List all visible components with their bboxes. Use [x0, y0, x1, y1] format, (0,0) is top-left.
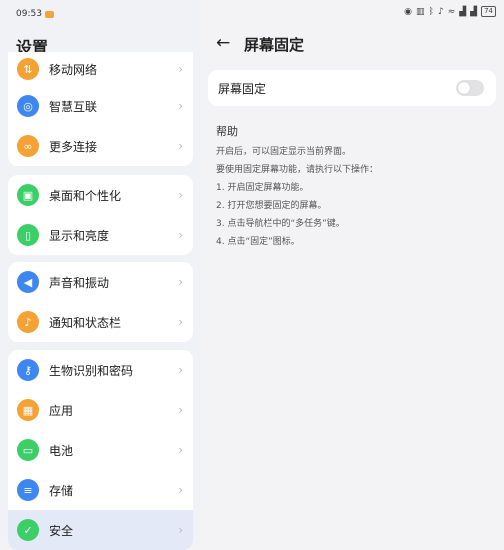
back-arrow-icon[interactable]: ← [216, 33, 230, 53]
help-line-4: 3. 点击导航栏中的“多任务”键。 [216, 219, 345, 229]
mute-icon: ♪ [437, 6, 444, 17]
signal-icon: ⇅ [17, 58, 39, 80]
help-line-1: 要使用固定屏幕功能，请执行以下操作： [216, 165, 379, 175]
vibrate-icon: ▥ [416, 6, 425, 17]
help-line-5: 4. 点击“固定”图标。 [216, 237, 300, 247]
detail-title: 屏幕固定 [244, 36, 305, 54]
sidebar-item-label: 存储 [49, 483, 74, 498]
toggle-knob [458, 82, 470, 94]
settings-group-0: ⇅ 移动网络 › ◎ 智慧互联 › ∞ 更多连接 › [8, 52, 193, 166]
picture-icon: ▣ [17, 184, 39, 206]
help-line-3: 2. 打开您想要固定的屏幕。 [216, 201, 327, 211]
sidebar-item-label: 应用 [49, 403, 74, 418]
sidebar-item-label: 显示和亮度 [49, 228, 110, 243]
signal2-icon: ▟ [470, 6, 478, 17]
sidebar-item-sound-vibration[interactable]: ◀ 声音和振动 › [8, 262, 193, 302]
screen-pinning-row[interactable]: 屏幕固定 [208, 70, 496, 106]
notification-badge-icon [44, 10, 54, 18]
signal-icon: ▟ [459, 6, 467, 17]
help-line-0: 开启后，可以固定显示当前界面。 [216, 147, 352, 157]
settings-group-2: ◀ 声音和振动 › ♪ 通知和状态栏 › [8, 262, 193, 342]
help-line-2: 1. 开启固定屏幕功能。 [216, 183, 309, 193]
sidebar-item-mobile-network[interactable]: ⇅ 移动网络 › [8, 52, 193, 86]
battery-icon: ▭ [17, 439, 39, 461]
link-icon: ∞ [17, 135, 39, 157]
sidebar-item-desktop-personalization[interactable]: ▣ 桌面和个性化 › [8, 175, 193, 215]
sidebar-item-display-brightness[interactable]: ▯ 显示和亮度 › [8, 215, 193, 255]
sidebar-item-label: 智慧互联 [49, 99, 98, 114]
bluetooth-icon: ᛒ [428, 6, 434, 17]
database-icon: ≡ [17, 479, 39, 501]
clock-text: 09:53 [16, 9, 42, 19]
sidebar-item-biometrics-password[interactable]: ⚷ 生物识别和密码 › [8, 350, 193, 390]
chevron-right-icon: › [178, 62, 183, 76]
sidebar-item-battery[interactable]: ▭ 电池 › [8, 430, 193, 470]
chevron-right-icon: › [178, 275, 183, 289]
chevron-right-icon: › [178, 363, 183, 377]
target-icon: ◎ [17, 95, 39, 117]
eye-icon: ◉ [404, 6, 413, 17]
sidebar-item-label: 更多连接 [49, 139, 98, 154]
sidebar-item-label: 移动网络 [49, 62, 98, 77]
sidebar-item-label: 桌面和个性化 [49, 188, 122, 203]
sidebar-item-apps[interactable]: ▦ 应用 › [8, 390, 193, 430]
sidebar-item-label: 安全 [49, 523, 74, 538]
sidebar-item-security[interactable]: ✓ 安全 › [8, 510, 193, 550]
grid-icon: ▦ [17, 399, 39, 421]
bell-icon: ♪ [17, 311, 39, 333]
phone-icon: ▯ [17, 224, 39, 246]
chevron-right-icon: › [178, 99, 183, 113]
settings-group-1: ▣ 桌面和个性化 › ▯ 显示和亮度 › [8, 175, 193, 255]
chevron-right-icon: › [178, 483, 183, 497]
battery-level-icon: 74 [481, 6, 496, 17]
shield-icon: ✓ [17, 519, 39, 541]
sidebar-item-label: 生物识别和密码 [49, 363, 134, 378]
chevron-right-icon: › [178, 228, 183, 242]
help-title: 帮助 [216, 125, 238, 138]
sidebar-item-label: 通知和状态栏 [49, 315, 122, 330]
status-icons: ◉ ▥ ᛒ ♪ ≈ ▟ ▟ 74 [404, 6, 496, 17]
sidebar-item-label: 声音和振动 [49, 275, 110, 290]
sidebar-item-more-connections[interactable]: ∞ 更多连接 › [8, 126, 193, 166]
screen-pinning-label: 屏幕固定 [218, 81, 267, 96]
sidebar-item-notifications-statusbar[interactable]: ♪ 通知和状态栏 › [8, 302, 193, 342]
chevron-right-icon: › [178, 315, 183, 329]
speaker-icon: ◀ [17, 271, 39, 293]
screen-pinning-toggle[interactable] [456, 80, 484, 96]
chevron-right-icon: › [178, 139, 183, 153]
sidebar-item-storage[interactable]: ≡ 存储 › [8, 470, 193, 510]
sidebar-item-smart-connect[interactable]: ◎ 智慧互联 › [8, 86, 193, 126]
chevron-right-icon: › [178, 443, 183, 457]
key-icon: ⚷ [17, 359, 39, 381]
status-time: 09:53 [16, 9, 54, 19]
chevron-right-icon: › [178, 188, 183, 202]
settings-group-3: ⚷ 生物识别和密码 › ▦ 应用 › ▭ 电池 › ≡ 存储 › ✓ 安全 › [8, 350, 193, 550]
wifi-icon: ≈ [447, 6, 456, 17]
chevron-right-icon: › [178, 403, 183, 417]
sidebar-item-label: 电池 [49, 443, 74, 458]
